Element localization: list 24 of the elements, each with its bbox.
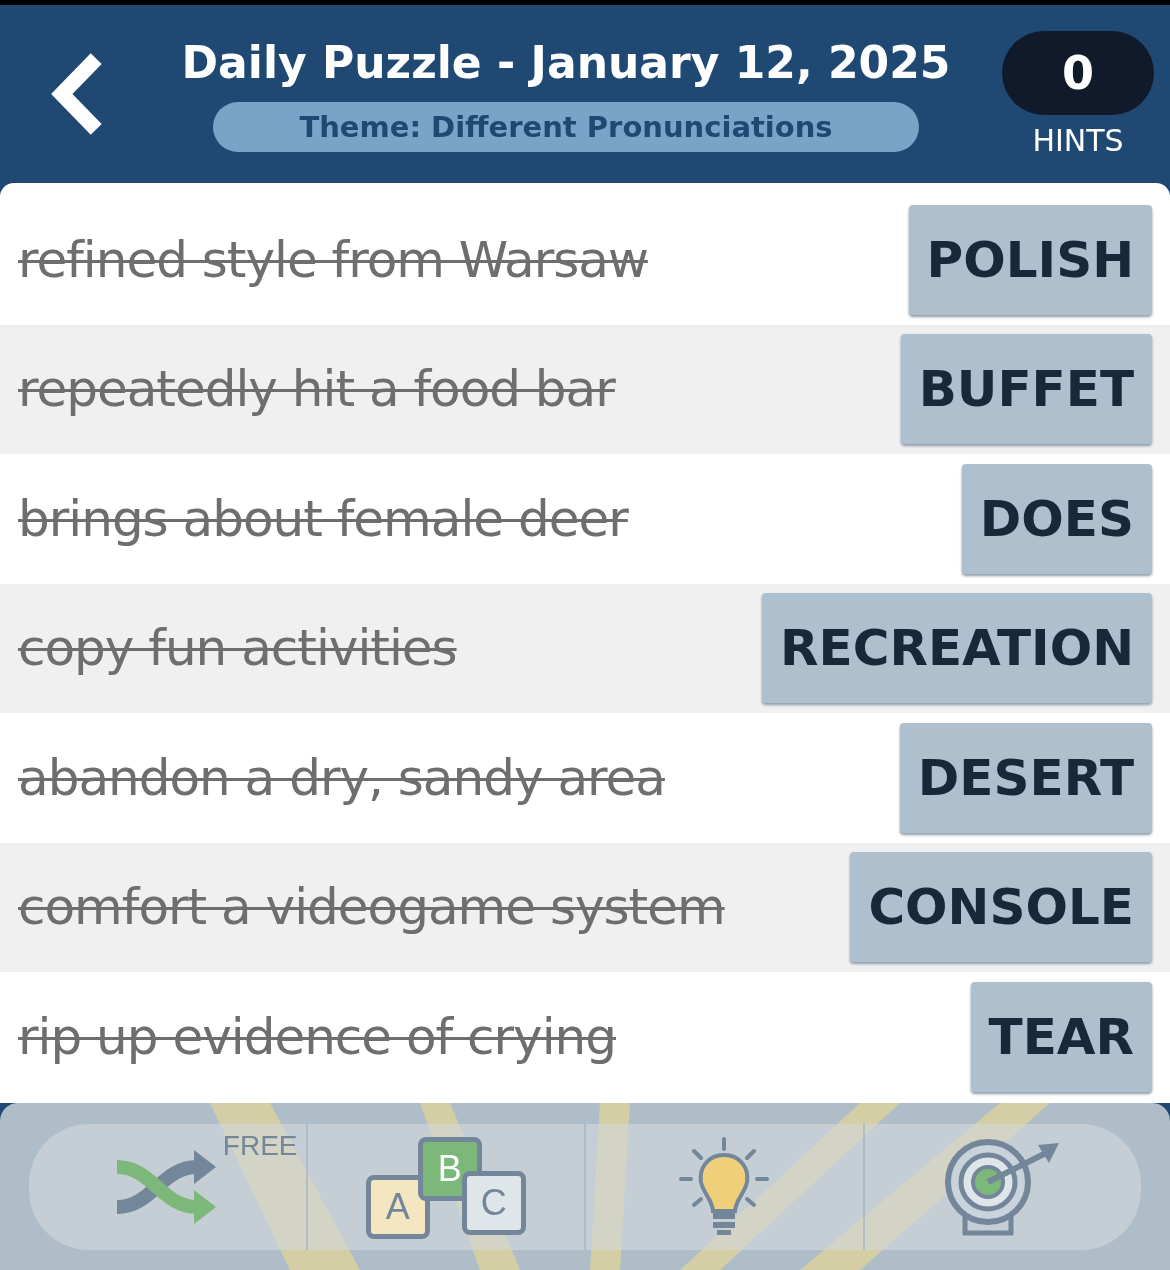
hints-label: HINTS xyxy=(1032,122,1124,158)
answer-tile: POLISH xyxy=(908,204,1152,315)
letter-block: A xyxy=(365,1174,430,1239)
answer-tile: TEAR xyxy=(970,981,1152,1092)
clue-text: refined style from Warsaw xyxy=(18,230,648,289)
clue-text: abandon a dry, sandy area xyxy=(18,748,665,807)
clue-text: comfort a videogame system xyxy=(18,878,725,937)
answer-tile: CONSOLE xyxy=(850,852,1152,963)
free-label: FREE xyxy=(222,1129,298,1162)
theme-pill: Theme: Different Pronunciations xyxy=(213,101,919,152)
answer-tile: DOES xyxy=(961,463,1152,574)
clue-text: copy fun activities xyxy=(18,619,457,678)
letters-button[interactable]: A B C xyxy=(305,1123,584,1250)
shuffle-button[interactable]: FREE xyxy=(29,1123,306,1250)
puzzle-title: Daily Puzzle - January 12, 2025 xyxy=(181,36,951,88)
answer-tile: DESERT xyxy=(899,722,1152,833)
clue-text: brings about female deer xyxy=(18,489,628,548)
hint-count: 0 xyxy=(1002,30,1154,115)
letter-block: C xyxy=(461,1170,526,1235)
answer-tile: RECREATION xyxy=(762,593,1152,704)
lightbulb-icon xyxy=(679,1136,770,1237)
clue-text: repeatedly hit a food bar xyxy=(18,360,615,419)
clue-text: rip up evidence of crying xyxy=(18,1007,617,1066)
answer-tile: BUFFET xyxy=(900,334,1152,445)
